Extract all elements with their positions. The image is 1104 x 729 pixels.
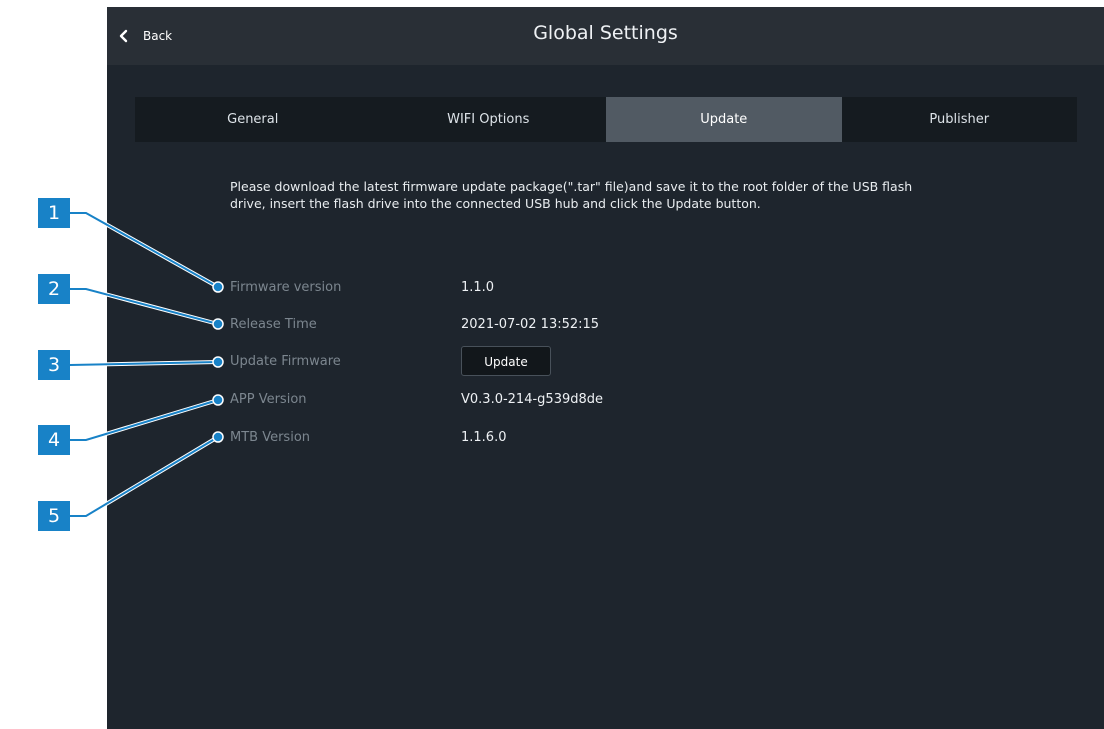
app-version-label: APP Version — [230, 392, 307, 407]
release-time-value: 2021-07-02 13:52:15 — [461, 317, 600, 332]
callout-badge-2: 2 — [38, 274, 70, 304]
tab-wifi-options[interactable]: WIFI Options — [371, 97, 607, 142]
top-bar: Back Global Settings — [107, 7, 1104, 65]
mtb-version-value: 1.1.6.0 — [461, 430, 507, 445]
firmware-version-label: Firmware version — [230, 280, 342, 295]
mtb-version-label: MTB Version — [230, 430, 311, 445]
app-version-value: V0.3.0-214-g539d8de — [461, 392, 604, 407]
tab-update[interactable]: Update — [606, 97, 842, 142]
release-time-label: Release Time — [230, 317, 317, 332]
update-instructions-line-2: drive, insert the flash drive into the c… — [230, 196, 761, 211]
global-settings-screen: Back Global Settings General WIFI Option… — [107, 7, 1104, 729]
page-title: Global Settings — [533, 22, 678, 44]
settings-tabs: General WIFI Options Update Publisher — [135, 97, 1077, 142]
callout-badge-3: 3 — [38, 350, 70, 380]
update-instructions: Please download the latest firmware upda… — [230, 178, 990, 212]
callout-badge-1: 1 — [38, 198, 70, 228]
update-firmware-label: Update Firmware — [230, 354, 341, 369]
firmware-version-value: 1.1.0 — [461, 280, 495, 295]
update-instructions-line-1: Please download the latest firmware upda… — [230, 179, 913, 194]
callout-badge-5: 5 — [38, 501, 70, 531]
tab-general[interactable]: General — [135, 97, 371, 142]
tab-publisher[interactable]: Publisher — [842, 97, 1078, 142]
callout-badge-4: 4 — [38, 425, 70, 455]
update-button[interactable]: Update — [461, 346, 551, 376]
